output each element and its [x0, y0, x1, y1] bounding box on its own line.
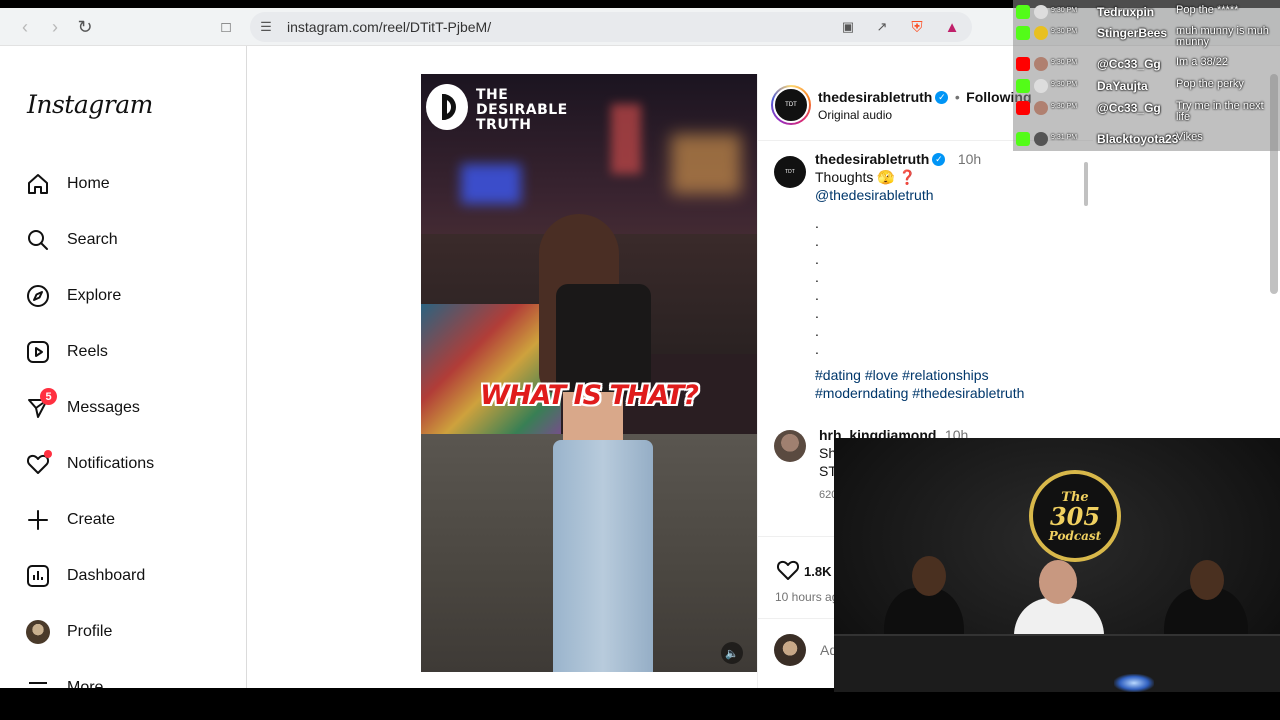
- forward-icon[interactable]: ›: [42, 14, 68, 40]
- chat-avatar: [1034, 26, 1048, 40]
- nav-explore-label: Explore: [67, 287, 122, 304]
- messages-badge: 5: [40, 388, 57, 405]
- podcast-table: [834, 634, 1280, 692]
- url-text: instagram.com/reel/DTitT-PjbeM/: [287, 19, 492, 35]
- caption-text: Thoughts 🫣 ❓: [815, 169, 917, 185]
- post-timestamp: 10 hours ag: [775, 590, 839, 604]
- nav-more[interactable]: More: [26, 673, 236, 688]
- caption-mention[interactable]: @thedesirabletruth: [815, 187, 934, 203]
- address-bar[interactable]: ☰ instagram.com/reel/DTitT-PjbeM/ ▣ ↗ ⛨ …: [250, 12, 972, 42]
- original-audio[interactable]: Original audio: [818, 108, 892, 122]
- chat-row: 9:30 PM StingerBees muh munny is muh mun…: [1013, 24, 1280, 48]
- nav-dashboard[interactable]: Dashboard: [26, 561, 236, 591]
- comments-scrollbar[interactable]: [1084, 162, 1088, 206]
- profile-avatar: [26, 620, 50, 644]
- comment-avatar[interactable]: [774, 430, 806, 462]
- reels-icon: [26, 340, 50, 364]
- chat-row: 9:31 PM Blacktoyota23 Vikes: [1013, 130, 1280, 150]
- reel-video[interactable]: THE DESIRABLE TRUTH WHAT IS THAT? 🔈: [421, 74, 757, 672]
- nav-search-label: Search: [67, 231, 118, 248]
- notification-dot: [44, 450, 52, 458]
- chat-avatar: [1034, 57, 1048, 71]
- dashboard-icon: [26, 564, 50, 588]
- host-center-head: [1039, 560, 1077, 604]
- desirable-truth-logo: [426, 84, 468, 130]
- nav-messages[interactable]: 5 Messages: [26, 388, 236, 423]
- compass-icon: [26, 284, 50, 308]
- brave-shield-icon[interactable]: ⛨: [907, 18, 927, 36]
- kick-icon: [1016, 26, 1030, 40]
- letterbox-bottom: [0, 688, 1280, 720]
- nav-search[interactable]: Search: [26, 225, 236, 255]
- menu-icon: [26, 676, 50, 688]
- stage-light: [1114, 674, 1154, 692]
- nav-dashboard-label: Dashboard: [67, 567, 146, 584]
- chat-avatar: [1034, 132, 1048, 146]
- home-icon: [26, 172, 50, 196]
- cast-icon[interactable]: ▣: [838, 18, 858, 36]
- brave-rewards-icon[interactable]: ▲: [942, 18, 962, 36]
- podcast-logo: The 305 Podcast: [1029, 470, 1121, 562]
- heart-icon: [26, 450, 52, 476]
- plus-icon: [26, 508, 50, 532]
- stream-chat-overlay: 9:30 PM Tedruxpin Pop the ***** 9:30 PM …: [1013, 0, 1280, 151]
- my-avatar: [774, 634, 806, 666]
- chat-row: 9:30 PM DaYaujta Pop the perky: [1013, 77, 1280, 97]
- reload-icon[interactable]: ↻: [72, 14, 98, 40]
- chat-avatar: [1034, 79, 1048, 93]
- chat-avatar: [1034, 101, 1048, 115]
- nav-home[interactable]: Home: [26, 169, 236, 199]
- caption-header: thedesirabletruth ✓ 10h: [815, 151, 981, 169]
- caption-time: 10h: [957, 151, 982, 167]
- like-icon[interactable]: [776, 558, 800, 589]
- youtube-icon: [1016, 57, 1030, 71]
- nav-home-label: Home: [67, 175, 110, 192]
- nav-reels[interactable]: Reels: [26, 337, 236, 367]
- share-icon[interactable]: ↗: [872, 18, 892, 36]
- nav-notifications-label: Notifications: [67, 455, 155, 472]
- nav-notifications[interactable]: Notifications: [26, 449, 236, 479]
- caption-dots: .........: [815, 215, 819, 375]
- nav-profile[interactable]: Profile: [26, 617, 236, 647]
- author-username[interactable]: thedesirabletruth: [818, 89, 932, 105]
- nav-messages-label: Messages: [67, 399, 140, 416]
- messenger-icon: 5: [26, 388, 57, 420]
- instagram-sidebar: Instagram Home Search Explore Reels 5 Me…: [0, 46, 247, 688]
- nav-create[interactable]: Create: [26, 505, 236, 535]
- back-icon[interactable]: ‹: [12, 14, 38, 40]
- search-icon: [26, 228, 50, 252]
- chat-row: 9:30 PM @Cc33_Gg Im a 38/22: [1013, 55, 1280, 75]
- like-count[interactable]: 1.8K: [804, 564, 831, 579]
- host-right-head: [1190, 560, 1224, 600]
- nav-create-label: Create: [67, 511, 116, 528]
- host-left-head: [912, 556, 946, 596]
- volume-icon[interactable]: 🔈: [721, 642, 743, 664]
- instagram-logo[interactable]: Instagram: [27, 90, 153, 119]
- post-header: thedesirabletruth ✓ • Following: [818, 89, 1032, 105]
- video-caption: WHAT IS THAT?: [480, 380, 699, 411]
- caption-hashtags-2[interactable]: #moderndating #thedesirabletruth: [815, 385, 1024, 401]
- caption-hashtags-1[interactable]: #dating #love #relationships: [815, 367, 989, 383]
- chat-row: 9:30 PM @Cc33_Gg Try me in the next life: [1013, 99, 1280, 123]
- nav-profile-label: Profile: [67, 623, 113, 640]
- nav-more-label: More: [67, 679, 104, 688]
- verified-icon: ✓: [935, 91, 949, 105]
- verified-icon: ✓: [932, 153, 946, 167]
- kick-icon: [1016, 132, 1030, 146]
- author-avatar[interactable]: TDT: [771, 85, 811, 125]
- podcast-webcam: The 305 Podcast: [834, 438, 1280, 692]
- chat-row: 9:30 PM Tedruxpin Pop the *****: [1013, 3, 1280, 23]
- caption-avatar[interactable]: TDT: [774, 156, 806, 188]
- caption-username[interactable]: thedesirabletruth: [815, 151, 929, 167]
- kick-icon: [1016, 79, 1030, 93]
- youtube-icon: [1016, 101, 1030, 115]
- site-settings-icon[interactable]: ☰: [256, 18, 276, 36]
- kick-icon: [1016, 5, 1030, 19]
- chat-avatar: [1034, 5, 1048, 19]
- bookmark-icon[interactable]: □: [213, 14, 239, 40]
- video-brand-text: THE DESIRABLE TRUTH: [476, 87, 568, 133]
- nav-reels-label: Reels: [67, 343, 108, 360]
- nav-explore[interactable]: Explore: [26, 281, 236, 311]
